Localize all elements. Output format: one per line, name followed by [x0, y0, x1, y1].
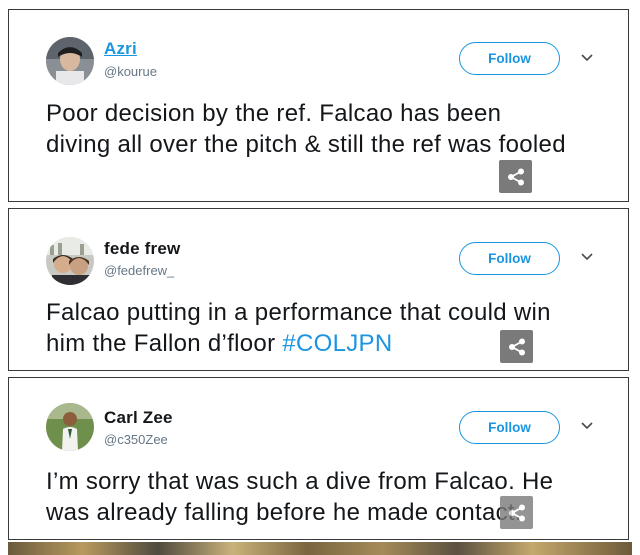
- display-name[interactable]: Carl Zee: [104, 408, 173, 428]
- follow-button[interactable]: Follow: [459, 42, 560, 75]
- avatar[interactable]: [46, 403, 94, 451]
- tweet-body: I’m sorry that was such a dive from Falc…: [46, 468, 554, 526]
- follow-button[interactable]: Follow: [459, 411, 560, 444]
- display-name[interactable]: Azri: [104, 39, 137, 59]
- tweet-card: Carl Zee @c350Zee Follow I’m sorry that …: [8, 377, 629, 540]
- avatar[interactable]: [46, 237, 94, 285]
- share-button[interactable]: [500, 330, 533, 363]
- user-handle[interactable]: @fedefrew_: [104, 263, 174, 278]
- user-handle[interactable]: @c350Zee: [104, 432, 168, 447]
- tweet-text: I’m sorry that was such a dive from Falc…: [46, 466, 566, 528]
- hashtag-link[interactable]: #COLJPN: [282, 330, 392, 357]
- avatar[interactable]: [46, 37, 94, 85]
- share-button[interactable]: [499, 160, 532, 193]
- user-handle[interactable]: @kourue: [104, 64, 157, 79]
- chevron-down-icon[interactable]: [579, 52, 595, 64]
- display-name[interactable]: fede frew: [104, 239, 180, 259]
- tweet-text: Poor decision by the ref. Falcao has bee…: [46, 98, 566, 160]
- tweet-card: Azri @kourue Follow Poor decision by the…: [8, 9, 629, 202]
- chevron-down-icon[interactable]: [579, 251, 595, 263]
- share-icon: [508, 504, 525, 521]
- tweet-body: Poor decision by the ref. Falcao has bee…: [46, 100, 566, 158]
- share-icon: [507, 168, 524, 185]
- tweet-text: Falcao putting in a performance that cou…: [46, 297, 566, 359]
- follow-button[interactable]: Follow: [459, 242, 560, 275]
- share-button[interactable]: [500, 496, 533, 529]
- tweet-card: fede frew @fedefrew_ Follow Falcao putti…: [8, 208, 629, 371]
- chevron-down-icon[interactable]: [579, 420, 595, 432]
- photo-strip: [8, 542, 632, 555]
- share-icon: [508, 338, 525, 355]
